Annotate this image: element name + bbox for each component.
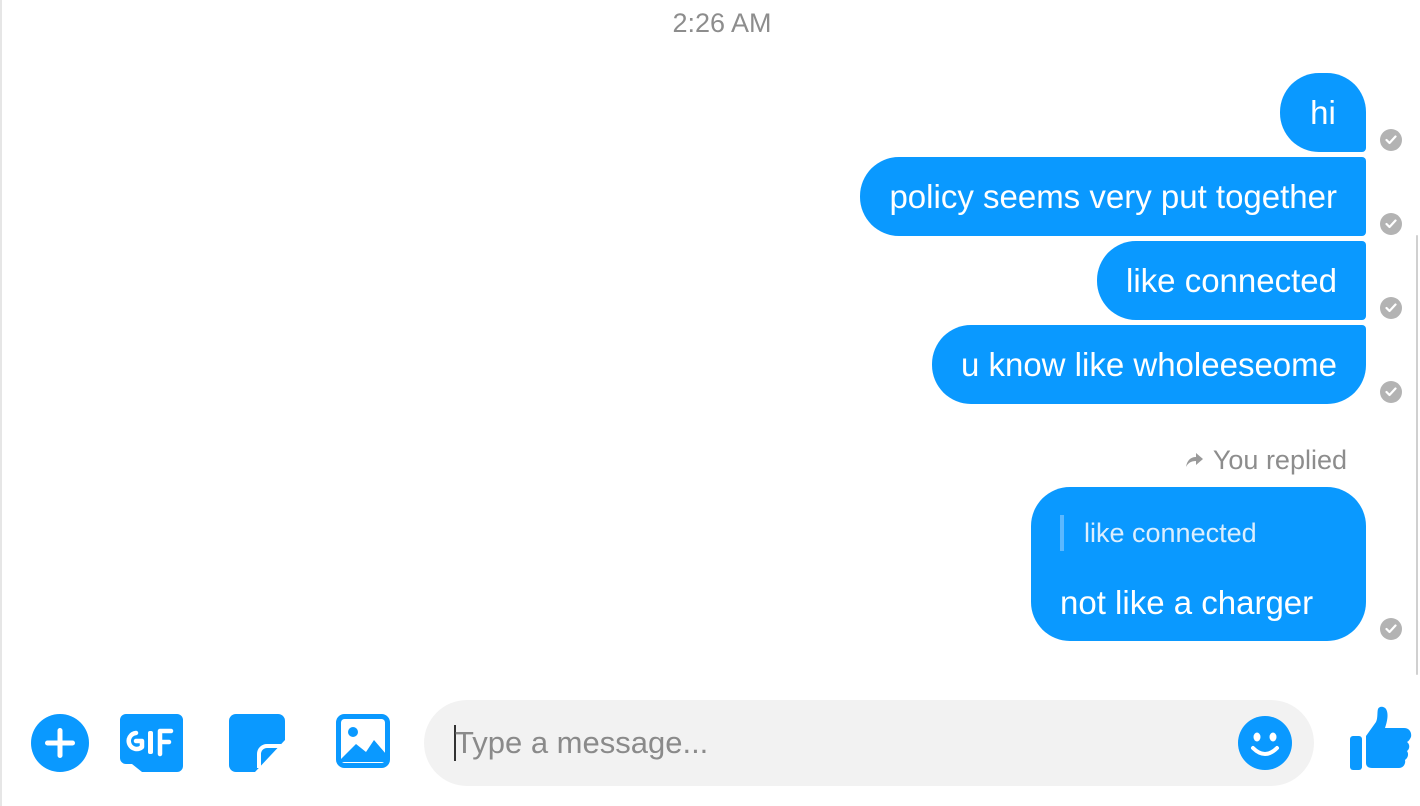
reply-message-bubble[interactable]: like connected not like a charger (1031, 487, 1366, 641)
sticker-button[interactable] (229, 714, 287, 772)
sticker-icon (229, 714, 285, 772)
check-circle-icon (1380, 618, 1402, 640)
like-button[interactable] (1350, 706, 1412, 772)
message-timestamp: 2:26 AM (672, 8, 772, 38)
smiley-icon (1238, 716, 1292, 770)
message-bubble[interactable]: like connected (1097, 241, 1366, 320)
message-text: not like a charger (1060, 584, 1314, 621)
message-bubble[interactable]: hi (1280, 73, 1366, 152)
message-text: policy seems very put together (889, 178, 1337, 215)
window-left-border (0, 0, 2, 806)
check-circle-icon (1380, 297, 1402, 319)
thumbs-up-icon (1350, 706, 1412, 770)
gif-button[interactable] (120, 714, 183, 772)
gif-icon (120, 714, 183, 772)
reply-arrow-icon (1185, 445, 1205, 476)
quoted-message[interactable]: like connected (1060, 515, 1257, 551)
check-circle-icon (1380, 381, 1402, 403)
image-icon (336, 714, 390, 768)
message-text: u know like wholeeseome (960, 346, 1337, 383)
message-text: like connected (1126, 262, 1337, 299)
message-bubble[interactable]: policy seems very put together (860, 157, 1366, 236)
message-composer[interactable] (424, 700, 1314, 786)
add-button[interactable] (31, 714, 89, 772)
photo-button[interactable] (336, 714, 394, 772)
message-text: hi (1310, 94, 1336, 131)
check-circle-icon (1380, 129, 1402, 151)
scrollbar[interactable] (1416, 235, 1418, 675)
message-bubble[interactable]: u know like wholeeseome (931, 325, 1366, 404)
reply-indicator: You replied (1185, 445, 1347, 476)
check-circle-icon (1380, 213, 1402, 235)
reply-label: You replied (1212, 445, 1347, 475)
message-input[interactable] (455, 700, 1225, 786)
emoji-button[interactable] (1238, 716, 1292, 770)
plus-circle-icon (31, 714, 89, 772)
